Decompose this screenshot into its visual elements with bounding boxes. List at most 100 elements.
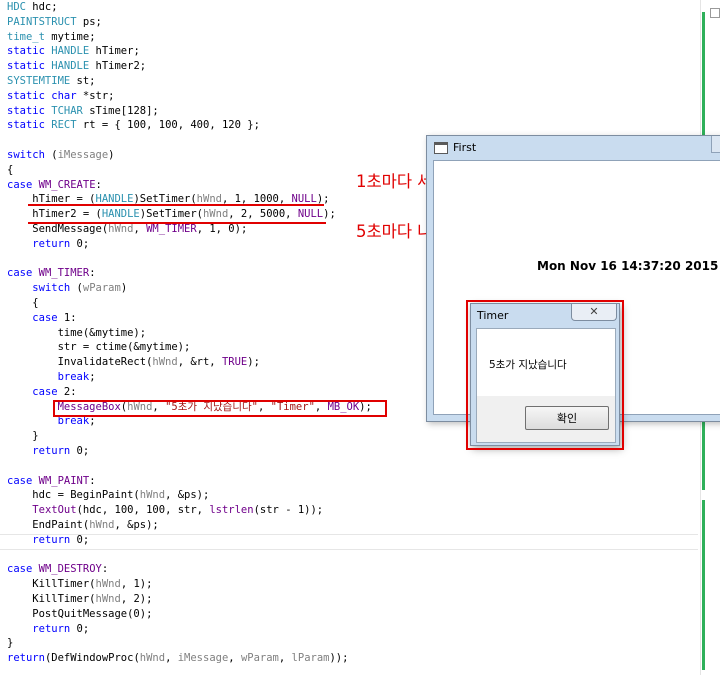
code-token: hWnd: [95, 593, 121, 605]
code-token: ,: [278, 652, 292, 665]
code-line: hdc = BeginPaint(hWnd, &ps);: [7, 488, 209, 503]
code-line: InvalidateRect(hWnd, &rt, TRUE);: [7, 355, 260, 370]
window-app-icon: [434, 142, 448, 154]
message-box-highlight: [466, 300, 624, 450]
code-token: time(&mytime);: [7, 326, 147, 339]
hTimer-underline: [28, 204, 324, 206]
code-line: return 0;: [7, 622, 89, 637]
code-line: PostQuitMessage(0);: [7, 607, 152, 622]
code-token: str = ctime(&mytime);: [7, 341, 191, 354]
code-line: case 1:: [7, 311, 77, 326]
code-line: return 0;: [7, 237, 89, 252]
code-line: hTimer2 = (HANDLE)SetTimer(hWnd, 2, 5000…: [7, 207, 336, 222]
code-line: }: [7, 429, 38, 444]
code-token: SYSTEMTIME: [7, 75, 71, 87]
code-token: ;: [89, 371, 96, 383]
code-line: {: [7, 163, 13, 178]
code-token: break: [57, 415, 90, 428]
code-token: HANDLE: [101, 208, 140, 221]
code-line: SendMessage(hWnd, WM_TIMER, 1, 0);: [7, 222, 247, 237]
code-token: NULL: [297, 208, 324, 221]
code-token: return: [32, 533, 71, 546]
code-token: );: [247, 356, 260, 369]
code-token: char: [51, 89, 77, 102]
code-line: static HANDLE hTimer;: [7, 44, 140, 59]
code-token: , &ps);: [165, 489, 210, 502]
code-token: case: [7, 474, 33, 487]
code-line: EndPaint(hWnd, &ps);: [7, 518, 159, 533]
code-line: static TCHAR sTime[128];: [7, 104, 159, 119]
code-token: hdc;: [25, 1, 58, 13]
code-line: case WM_PAINT:: [7, 474, 96, 489]
code-token: HDC: [7, 1, 26, 13]
code-token: hWnd: [139, 489, 166, 502]
code-token: :: [89, 267, 96, 280]
code-token: , &rt,: [177, 356, 222, 369]
code-token: (hdc, 100, 100, str,: [76, 504, 210, 517]
code-token: wParam: [82, 282, 121, 295]
code-token: ;: [89, 415, 96, 428]
code-token: static: [7, 60, 45, 73]
code-token: hTimer;: [89, 45, 140, 58]
time-text: Mon Nov 16 14:37:20 2015 l ¢: [537, 259, 720, 273]
code-token: WM_CREATE: [38, 178, 96, 191]
minimize-button[interactable]: [711, 136, 720, 153]
code-token: static: [7, 89, 45, 102]
code-token: 0;: [70, 622, 90, 635]
code-token: (str - 1));: [253, 504, 324, 517]
code-line: return 0;: [7, 444, 89, 459]
code-token: {: [7, 297, 39, 309]
code-token: EndPaint(: [7, 519, 90, 531]
code-token: hTimer2 = (: [7, 208, 102, 221]
code-token: )SetTimer(: [139, 208, 203, 221]
code-token: PostQuitMessage(0);: [7, 607, 153, 620]
code-line: time_t mytime;: [7, 30, 96, 45]
code-token: :: [101, 563, 109, 576]
code-token: );: [323, 208, 336, 221]
code-token: iMessage: [177, 652, 229, 665]
code-token: hTimer2;: [89, 60, 147, 73]
code-token: hdc = BeginPaint(: [7, 489, 140, 502]
code-line: case WM_TIMER:: [7, 266, 96, 281]
code-token: {: [7, 163, 14, 176]
code-token: lParam: [291, 652, 330, 665]
code-token: ,: [133, 223, 147, 235]
code-token: HANDLE: [51, 60, 90, 73]
code-token: static: [7, 119, 45, 132]
code-line: HDC hdc;: [7, 0, 58, 15]
code-token: 0;: [70, 445, 90, 457]
code-token: }: [7, 637, 14, 650]
code-token: case: [7, 178, 33, 191]
code-token: hWnd: [202, 208, 229, 221]
code-token: , 1, 0);: [196, 223, 248, 235]
code-token: return: [32, 622, 71, 635]
code-token: ));: [329, 652, 349, 665]
code-token: time_t: [7, 30, 45, 43]
code-token: ps;: [76, 15, 102, 28]
split-toggle-icon[interactable]: [710, 8, 720, 18]
code-token: , &ps);: [114, 519, 159, 531]
code-token: 0;: [70, 533, 90, 546]
code-token: :: [89, 474, 96, 487]
code-token: case: [32, 311, 58, 324]
code-token: ,: [165, 652, 178, 665]
code-token: 1:: [57, 311, 77, 324]
code-token: ): [120, 282, 128, 295]
code-token: RECT: [51, 119, 77, 132]
code-token: HANDLE: [51, 45, 90, 58]
change-marker-bar: [702, 500, 705, 670]
code-token: InvalidateRect(: [7, 356, 153, 369]
code-line: static HANDLE hTimer2;: [7, 59, 146, 74]
code-line: return 0;: [7, 533, 89, 548]
code-line: TextOut(hdc, 100, 100, str, lstrlen(str …: [7, 503, 323, 518]
code-token: ,: [228, 652, 241, 665]
code-token: TRUE: [221, 356, 248, 369]
code-line: break;: [7, 370, 96, 385]
code-token: return: [32, 237, 71, 250]
code-token: WM_DESTROY: [38, 563, 102, 576]
